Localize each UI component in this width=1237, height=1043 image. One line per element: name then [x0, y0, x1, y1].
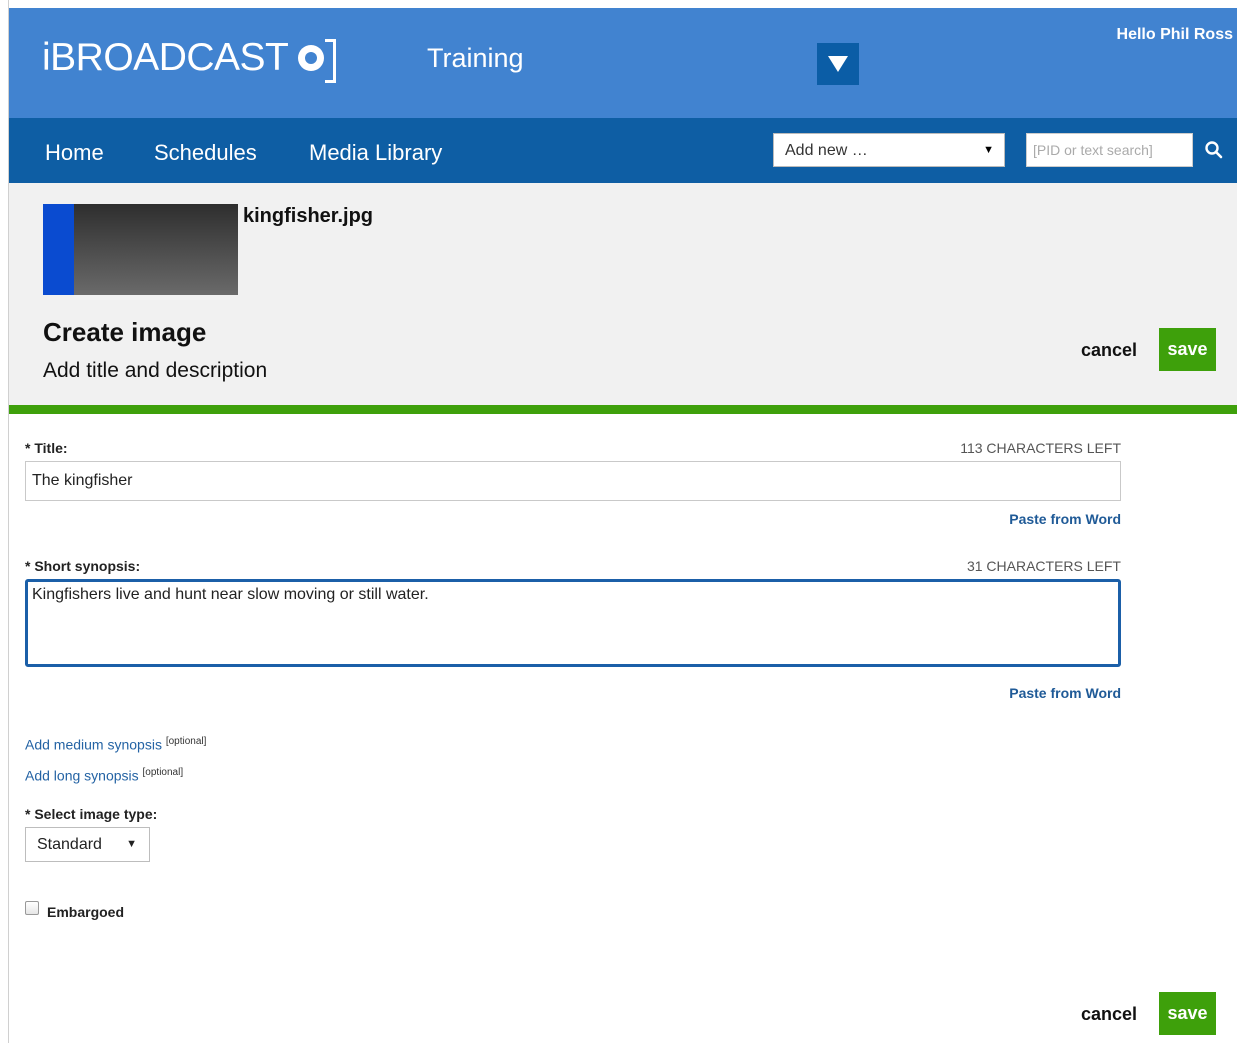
optional-tag: [optional] [142, 767, 184, 778]
environment-label: Training [427, 43, 524, 73]
save-button-top[interactable]: save [1159, 328, 1216, 371]
nav-home[interactable]: Home [45, 140, 104, 166]
logo-text: iBROADCAST [42, 36, 289, 79]
add-new-value: Add new … [785, 142, 868, 159]
save-button-bottom[interactable]: save [1159, 992, 1216, 1035]
title-label: * Title: [25, 440, 68, 456]
nav-media-library[interactable]: Media Library [309, 140, 442, 166]
add-medium-synopsis-link[interactable]: Add medium synopsis [25, 737, 162, 753]
title-field[interactable] [25, 461, 1121, 501]
search-icon[interactable] [1204, 140, 1224, 160]
synopsis-paste-from-word-link[interactable]: Paste from Word [1009, 685, 1121, 701]
main-nav: Home Schedules Media Library Add new … ▼ [9, 118, 1237, 183]
caret-down-icon: ▼ [983, 144, 994, 156]
short-synopsis-label: * Short synopsis: [25, 558, 141, 574]
user-greeting: Hello Phil Ross [1116, 26, 1233, 43]
optional-tag: [optional] [165, 736, 207, 747]
triangle-down-icon [828, 56, 848, 72]
add-medium-synopsis-row: Add medium synopsis [optional] [25, 736, 206, 753]
cancel-button-bottom[interactable]: cancel [1081, 1004, 1137, 1025]
embargoed-label[interactable]: Embargoed [47, 904, 124, 920]
top-banner: iBROADCAST Training Hello Phil Ross [9, 8, 1237, 118]
nav-schedules[interactable]: Schedules [154, 140, 257, 166]
broadcast-logo-icon [296, 38, 337, 83]
add-long-synopsis-link[interactable]: Add long synopsis [25, 768, 139, 784]
page-title: Create image [43, 317, 207, 347]
short-synopsis-char-counter: 31 CHARACTERS LEFT [966, 558, 1121, 574]
embargoed-checkbox[interactable] [25, 901, 39, 915]
image-type-label: * Select image type: [25, 806, 158, 822]
search-input[interactable] [1026, 133, 1193, 167]
cancel-button-top[interactable]: cancel [1081, 340, 1137, 361]
short-synopsis-field[interactable]: Kingfishers live and hunt near slow movi… [25, 579, 1121, 667]
add-long-synopsis-row: Add long synopsis [optional] [25, 767, 183, 784]
title-paste-from-word-link[interactable]: Paste from Word [1009, 511, 1121, 527]
image-type-value: Standard [37, 836, 102, 853]
asset-filename: kingfisher.jpg [243, 205, 374, 227]
title-char-counter: 113 CHARACTERS LEFT [960, 440, 1121, 456]
add-new-select[interactable]: Add new … ▼ [773, 133, 1005, 167]
environment-dropdown-button[interactable] [817, 43, 859, 85]
asset-header: kingfisher.jpg Create image Add title an… [9, 183, 1237, 405]
section-divider [9, 405, 1237, 414]
image-thumbnail [43, 204, 238, 295]
page-subtitle: Add title and description [43, 359, 268, 382]
ibroadcast-logo[interactable]: iBROADCAST [42, 36, 337, 83]
image-type-select[interactable]: Standard ▼ [25, 827, 150, 862]
caret-down-icon: ▼ [126, 838, 137, 850]
